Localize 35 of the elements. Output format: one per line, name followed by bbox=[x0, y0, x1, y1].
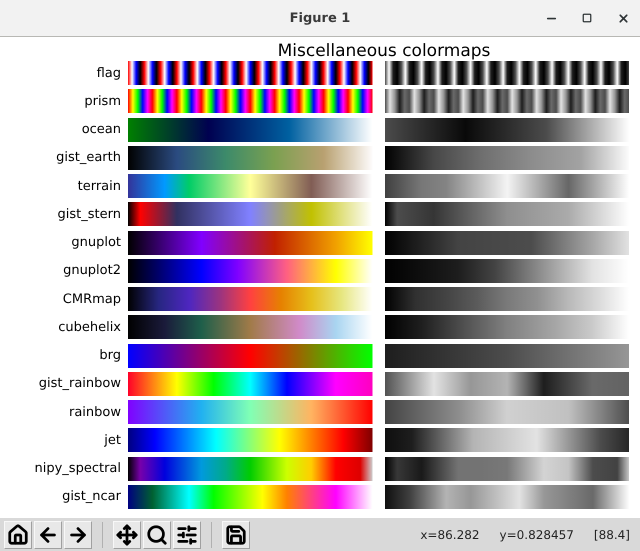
colormap-name: ocean bbox=[80, 122, 121, 137]
status-text: y=0.828457 bbox=[499, 528, 574, 542]
status-text: [88.4] bbox=[594, 528, 630, 542]
zoom-button[interactable] bbox=[143, 520, 171, 548]
pan-button[interactable] bbox=[113, 520, 141, 548]
colormap-name: nipy_spectral bbox=[34, 461, 121, 476]
colormap-name: gnuplot2 bbox=[62, 263, 121, 278]
colormap-name: rainbow bbox=[68, 404, 121, 420]
home-button[interactable] bbox=[4, 520, 32, 548]
move-icon bbox=[116, 524, 138, 546]
configure-button[interactable] bbox=[173, 520, 201, 548]
save-icon bbox=[225, 524, 247, 546]
colormap-name: gist_ncar bbox=[61, 489, 121, 504]
close-icon bbox=[616, 12, 630, 24]
window-title: Figure 1 bbox=[290, 10, 350, 26]
back-button[interactable] bbox=[34, 520, 62, 548]
save-button[interactable] bbox=[222, 520, 250, 548]
colormap-name: gnuplot bbox=[70, 235, 121, 250]
home-icon bbox=[7, 524, 29, 546]
forward-button[interactable] bbox=[64, 520, 92, 548]
colormap-name: flag bbox=[96, 66, 121, 80]
status-text: x=86.282 bbox=[420, 528, 480, 542]
search-icon bbox=[146, 524, 168, 546]
colormap-name: jet bbox=[103, 432, 121, 448]
colormap-name: gist_stern bbox=[56, 206, 121, 222]
colormap-name: prism bbox=[83, 94, 121, 109]
colormap-name: cubehelix bbox=[57, 320, 121, 335]
colormap-name: CMRmap bbox=[62, 292, 121, 306]
colormap-name: brg bbox=[98, 348, 121, 363]
colormap-name: terrain bbox=[76, 178, 121, 194]
figure-title: Miscellaneous colormaps bbox=[278, 41, 490, 61]
sliders-icon bbox=[176, 524, 198, 546]
colormap-name: gist_earth bbox=[55, 150, 121, 166]
colormap-name: gist_rainbow bbox=[38, 376, 121, 392]
maximize-icon bbox=[582, 13, 592, 23]
